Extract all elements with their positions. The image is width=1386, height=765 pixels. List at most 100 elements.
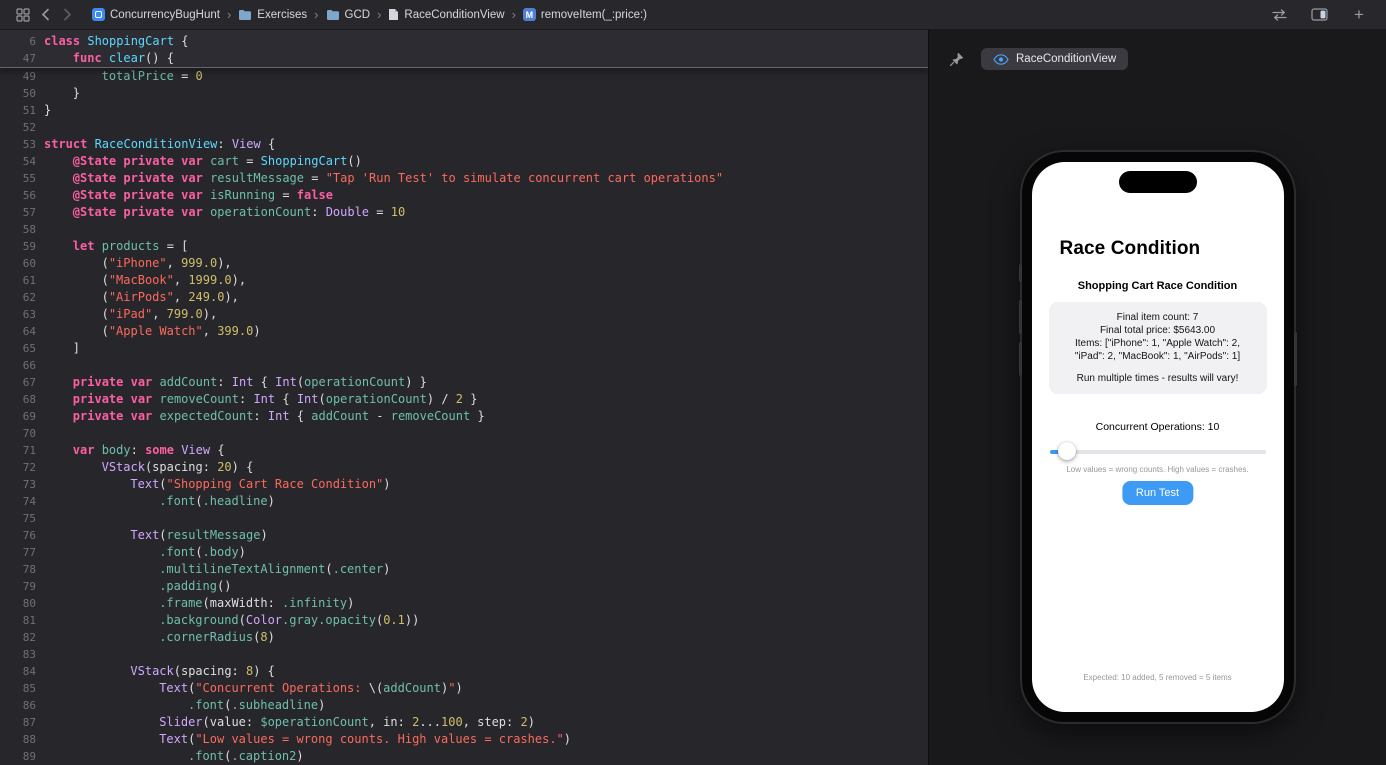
line-number[interactable]: 47 <box>0 50 36 67</box>
editor-options-icon[interactable] <box>1308 4 1330 26</box>
code-line[interactable]: 83 <box>0 646 928 663</box>
line-number[interactable]: 67 <box>0 374 36 391</box>
line-number[interactable]: 78 <box>0 561 36 578</box>
code-line[interactable]: 84VStack(spacing: 8) { <box>0 663 928 680</box>
code-review-icon[interactable] <box>1268 4 1290 26</box>
line-number[interactable]: 74 <box>0 493 36 510</box>
line-number[interactable]: 73 <box>0 476 36 493</box>
line-number[interactable]: 51 <box>0 102 36 119</box>
code-line[interactable]: 77.font(.body) <box>0 544 928 561</box>
code-line[interactable]: 54@State private var cart = ShoppingCart… <box>0 153 928 170</box>
code-line[interactable]: 79.padding() <box>0 578 928 595</box>
code-line[interactable]: 72VStack(spacing: 20) { <box>0 459 928 476</box>
line-number[interactable]: 71 <box>0 442 36 459</box>
line-number[interactable]: 65 <box>0 340 36 357</box>
code-line[interactable]: 52 <box>0 119 928 136</box>
line-number[interactable]: 62 <box>0 289 36 306</box>
line-number[interactable]: 77 <box>0 544 36 561</box>
pin-icon[interactable] <box>945 48 967 70</box>
code-line[interactable]: 76Text(resultMessage) <box>0 527 928 544</box>
operations-slider[interactable] <box>1050 442 1266 460</box>
code-line[interactable]: 50} <box>0 85 928 102</box>
breadcrumb-item-raceconditionview[interactable]: RaceConditionView <box>388 8 504 21</box>
code-line[interactable]: 74.font(.headline) <box>0 493 928 510</box>
line-number[interactable]: 52 <box>0 119 36 136</box>
line-number[interactable]: 58 <box>0 221 36 238</box>
code-editor[interactable]: 6class ShoppingCart {47func clear() { 49… <box>0 30 928 765</box>
line-number[interactable]: 89 <box>0 748 36 765</box>
code-line[interactable]: 86.font(.subheadline) <box>0 697 928 714</box>
breadcrumb-item-gcd[interactable]: GCD <box>326 9 371 21</box>
code-line[interactable]: 69private var expectedCount: Int { addCo… <box>0 408 928 425</box>
code-line[interactable]: 87Slider(value: $operationCount, in: 2..… <box>0 714 928 731</box>
line-number[interactable]: 57 <box>0 204 36 221</box>
line-number[interactable]: 59 <box>0 238 36 255</box>
breadcrumb-item-concurrencybughunt[interactable]: ConcurrencyBugHunt <box>92 8 220 21</box>
forward-icon[interactable] <box>56 4 78 26</box>
code-line[interactable]: 81.background(Color.gray.opacity(0.1)) <box>0 612 928 629</box>
line-number[interactable]: 60 <box>0 255 36 272</box>
code-line[interactable]: 60("iPhone", 999.0), <box>0 255 928 272</box>
line-number[interactable]: 54 <box>0 153 36 170</box>
code-line[interactable]: 66 <box>0 357 928 374</box>
back-icon[interactable] <box>34 4 56 26</box>
line-number[interactable]: 6 <box>0 33 36 50</box>
code-line[interactable]: 64("Apple Watch", 399.0) <box>0 323 928 340</box>
code-line[interactable]: 51} <box>0 102 928 119</box>
code-lines[interactable]: 49totalPrice = 050}51}5253struct RaceCon… <box>0 68 928 765</box>
code-line[interactable]: 80.frame(maxWidth: .infinity) <box>0 595 928 612</box>
code-line[interactable]: 88Text("Low values = wrong counts. High … <box>0 731 928 748</box>
line-number[interactable]: 82 <box>0 629 36 646</box>
line-number[interactable]: 75 <box>0 510 36 527</box>
line-number[interactable]: 84 <box>0 663 36 680</box>
code-line[interactable]: 49totalPrice = 0 <box>0 68 928 85</box>
line-number[interactable]: 53 <box>0 136 36 153</box>
code-line[interactable]: 47func clear() { <box>0 50 928 67</box>
line-number[interactable]: 83 <box>0 646 36 663</box>
line-number[interactable]: 87 <box>0 714 36 731</box>
line-number[interactable]: 79 <box>0 578 36 595</box>
code-line[interactable]: 65] <box>0 340 928 357</box>
code-line[interactable]: 58 <box>0 221 928 238</box>
line-number[interactable]: 63 <box>0 306 36 323</box>
code-line[interactable]: 85Text("Concurrent Operations: \(addCoun… <box>0 680 928 697</box>
add-editor-icon[interactable]: + <box>1348 4 1370 26</box>
preview-tab-raceconditionview[interactable]: RaceConditionView <box>981 48 1128 70</box>
line-number[interactable]: 72 <box>0 459 36 476</box>
breadcrumb-item-removeitem-price[interactable]: MremoveItem(_:price:) <box>523 8 647 21</box>
code-line[interactable]: 56@State private var isRunning = false <box>0 187 928 204</box>
slider-thumb[interactable] <box>1058 442 1076 460</box>
code-line[interactable]: 59let products = [ <box>0 238 928 255</box>
line-number[interactable]: 81 <box>0 612 36 629</box>
code-line[interactable]: 73Text("Shopping Cart Race Condition") <box>0 476 928 493</box>
code-line[interactable]: 55@State private var resultMessage = "Ta… <box>0 170 928 187</box>
line-number[interactable]: 85 <box>0 680 36 697</box>
line-number[interactable]: 86 <box>0 697 36 714</box>
code-line[interactable]: 6class ShoppingCart { <box>0 33 928 50</box>
line-number[interactable]: 56 <box>0 187 36 204</box>
code-line[interactable]: 71var body: some View { <box>0 442 928 459</box>
line-number[interactable]: 61 <box>0 272 36 289</box>
code-line[interactable]: 67private var addCount: Int { Int(operat… <box>0 374 928 391</box>
run-test-button[interactable]: Run Test <box>1122 481 1193 505</box>
code-line[interactable]: 70 <box>0 425 928 442</box>
line-number[interactable]: 70 <box>0 425 36 442</box>
line-number[interactable]: 66 <box>0 357 36 374</box>
line-number[interactable]: 76 <box>0 527 36 544</box>
line-number[interactable]: 55 <box>0 170 36 187</box>
line-number[interactable]: 50 <box>0 85 36 102</box>
code-line[interactable]: 57@State private var operationCount: Dou… <box>0 204 928 221</box>
code-line[interactable]: 89.font(.caption2) <box>0 748 928 765</box>
line-number[interactable]: 80 <box>0 595 36 612</box>
breadcrumb-item-exercises[interactable]: Exercises <box>238 9 307 21</box>
code-line[interactable]: 63("iPad", 799.0), <box>0 306 928 323</box>
code-line[interactable]: 82.cornerRadius(8) <box>0 629 928 646</box>
slider-track[interactable] <box>1050 450 1266 454</box>
line-number[interactable]: 88 <box>0 731 36 748</box>
related-items-icon[interactable] <box>12 4 34 26</box>
code-line[interactable]: 61("MacBook", 1999.0), <box>0 272 928 289</box>
code-line[interactable]: 75 <box>0 510 928 527</box>
code-line[interactable]: 68private var removeCount: Int { Int(ope… <box>0 391 928 408</box>
line-number[interactable]: 69 <box>0 408 36 425</box>
line-number[interactable]: 49 <box>0 68 36 85</box>
